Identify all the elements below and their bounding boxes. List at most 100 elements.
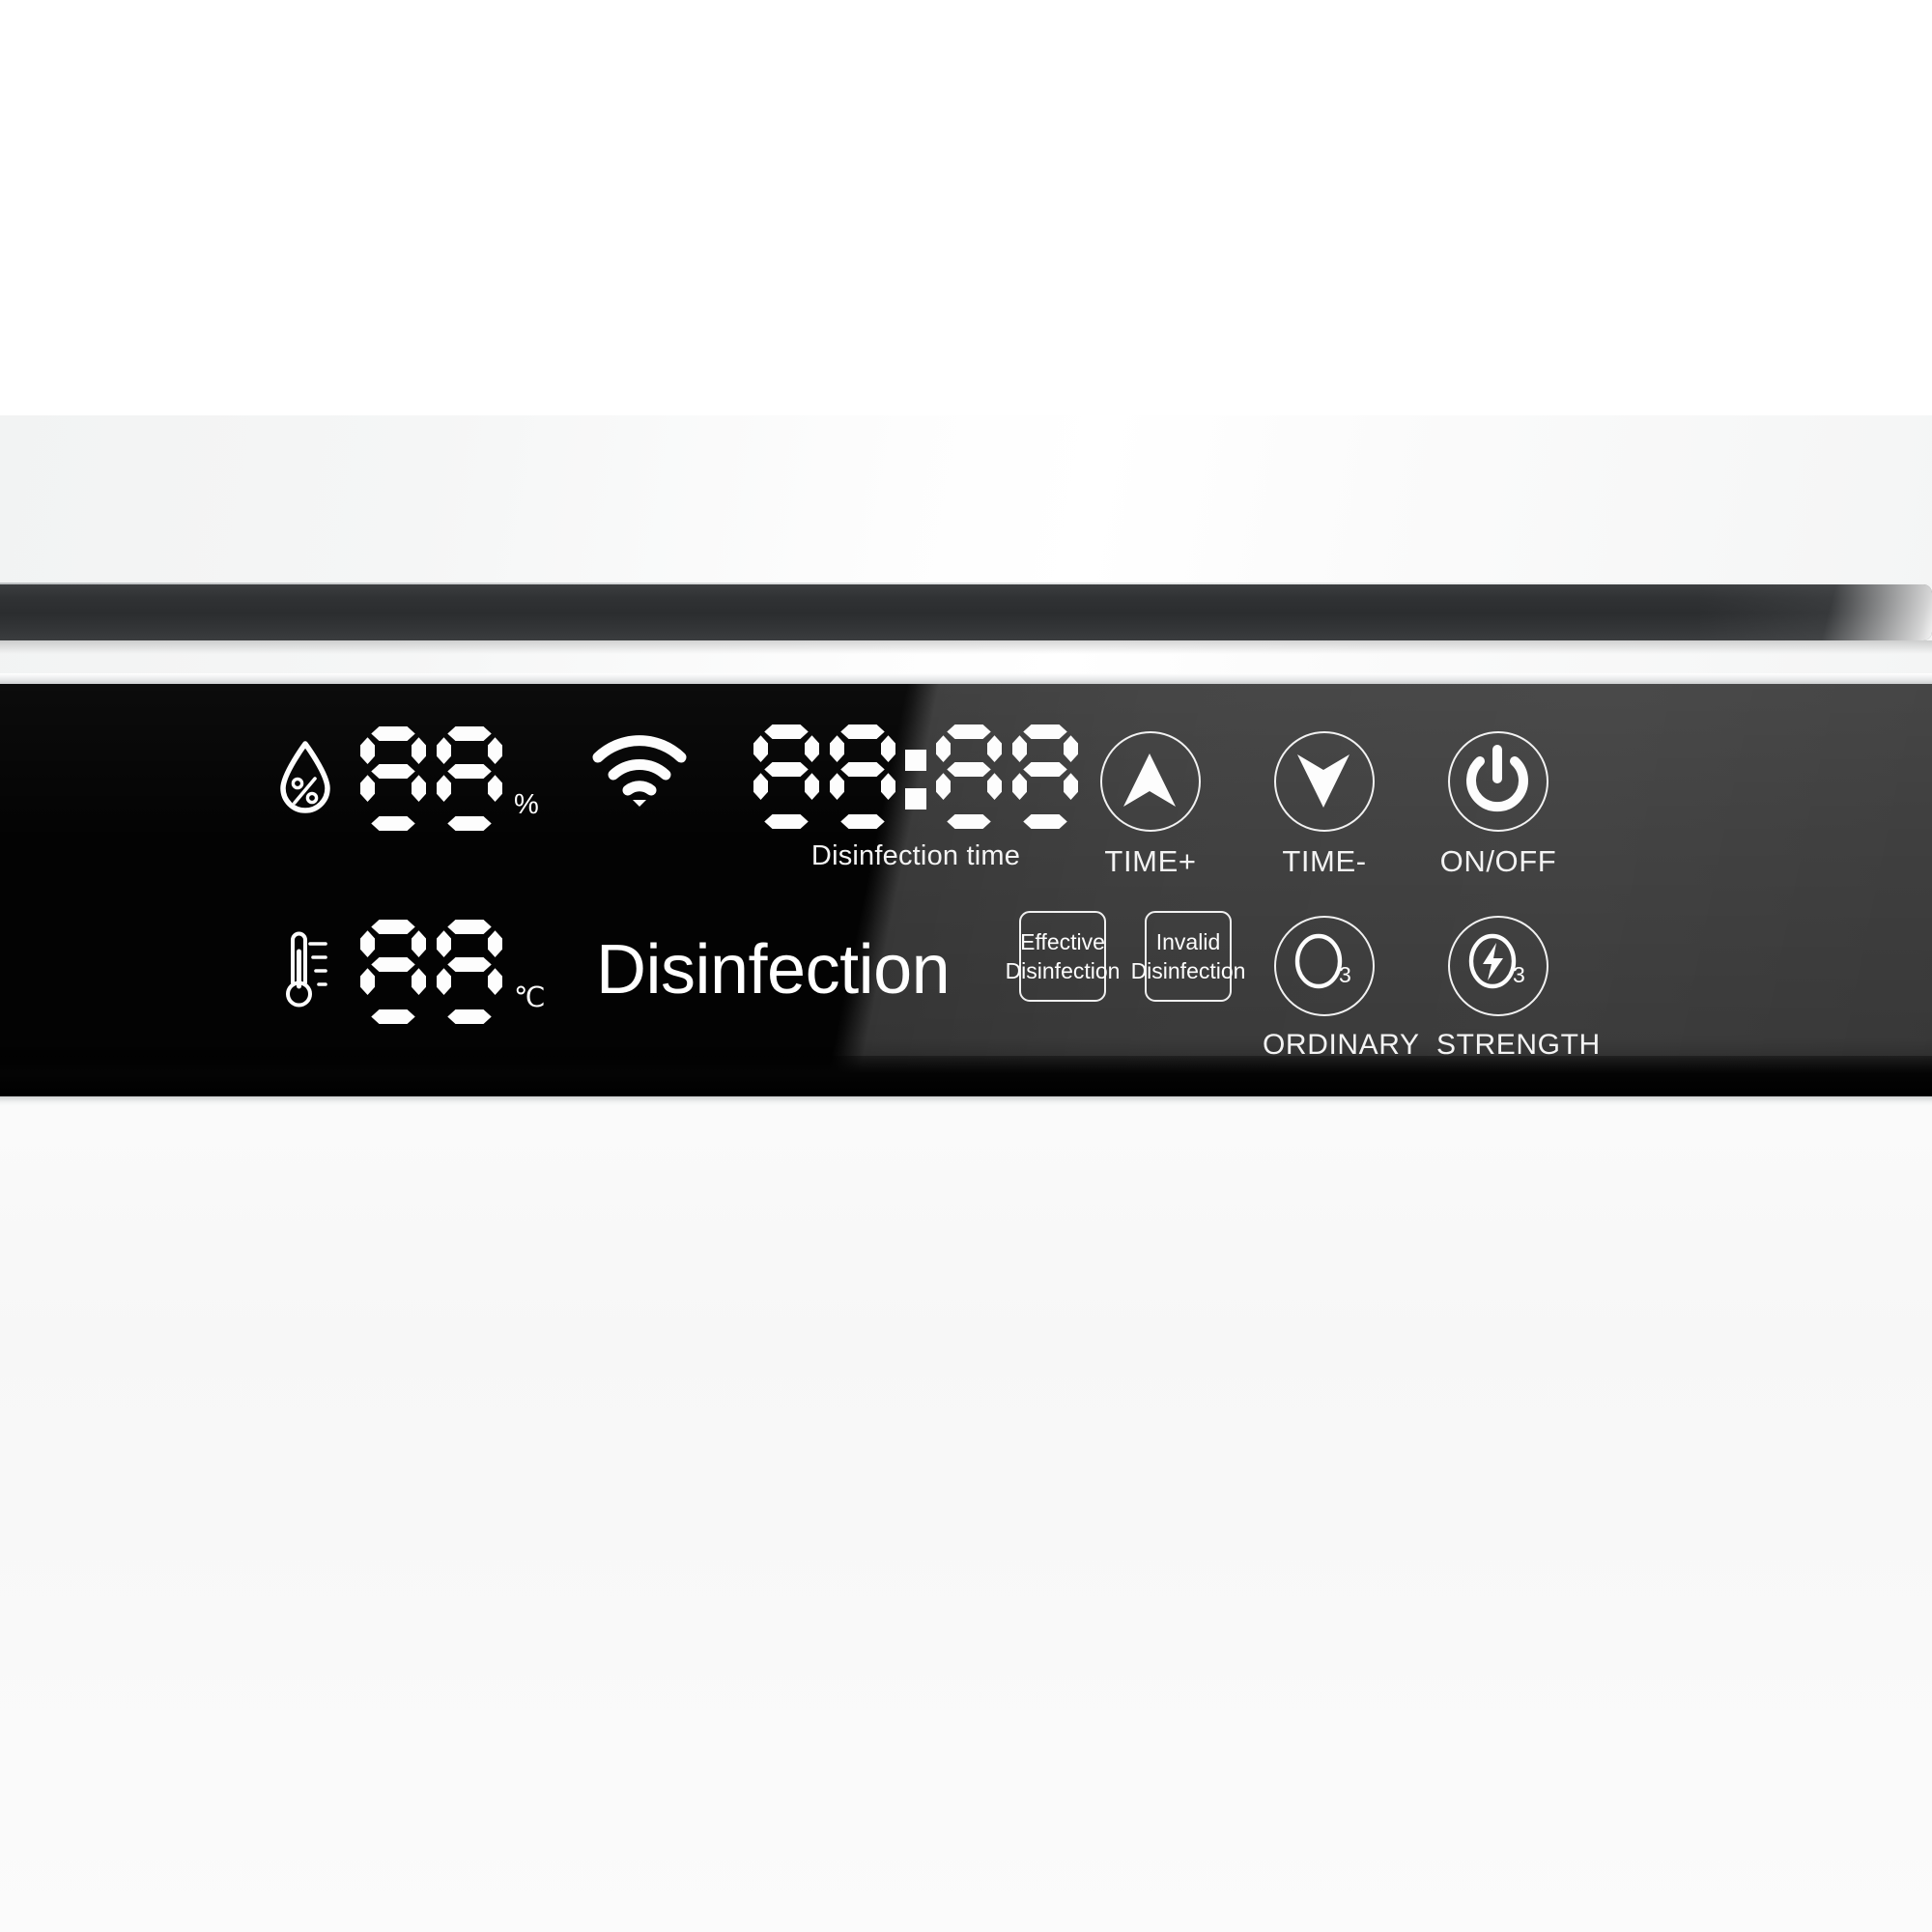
segment-e (437, 775, 451, 802)
timer-colon (899, 724, 932, 829)
strength-label: STRENGTH (1436, 1029, 1601, 1061)
segment-c (412, 775, 426, 802)
pad-line-1: Invalid (1155, 928, 1221, 954)
power-ring (1448, 731, 1548, 832)
segment-g (764, 762, 809, 777)
seven-segment-digit (830, 724, 895, 829)
seven-segment-digit (753, 724, 819, 829)
segment-b (412, 737, 426, 764)
segment-b (488, 930, 502, 957)
segment-b (1064, 735, 1078, 762)
segment-e (830, 773, 844, 800)
humidity-display: % (275, 726, 539, 831)
segment-d (371, 1009, 415, 1024)
segment-g (840, 762, 885, 777)
segment-a (840, 724, 885, 739)
segment-b (987, 735, 1002, 762)
segment-g (947, 762, 991, 777)
pad-line-2: Disinfection (1005, 958, 1121, 983)
status-badge-invalid-disinfection[interactable]: Invalid Disinfection (1131, 911, 1245, 1002)
segment-c (1064, 773, 1078, 800)
segment-f (360, 737, 375, 764)
segment-d (447, 816, 492, 831)
segment-f (830, 735, 844, 762)
strength-mode-button[interactable]: 3 STRENGTH (1436, 916, 1601, 1062)
segment-f (936, 735, 951, 762)
strength-ring: 3 (1448, 916, 1548, 1016)
segment-d (447, 1009, 492, 1024)
water-drop-percent-icon (275, 739, 335, 818)
svg-text:3: 3 (1513, 962, 1525, 987)
segment-a (1023, 724, 1067, 739)
pad-line-1: Effective (1020, 928, 1105, 954)
segment-f (437, 930, 451, 957)
segment-d (1023, 814, 1067, 829)
segment-e (936, 773, 951, 800)
appliance-handle-bar (0, 584, 1932, 640)
segment-b (412, 930, 426, 957)
segment-a (764, 724, 809, 739)
status-text: Disinfection (596, 931, 951, 1009)
wifi-icon (592, 734, 687, 810)
segment-e (1012, 773, 1027, 800)
segment-b (805, 735, 819, 762)
segment-b (881, 735, 895, 762)
segment-b (488, 737, 502, 764)
seven-segment-digit (437, 920, 502, 1024)
timer-hours (753, 724, 895, 829)
segment-e (360, 968, 375, 995)
ordinary-mode-button[interactable]: 3 ORDINARY (1263, 916, 1420, 1062)
segment-c (987, 773, 1002, 800)
segment-d (764, 814, 809, 829)
segment-d (840, 814, 885, 829)
seven-segment-digit (936, 724, 1002, 829)
timer-caption: Disinfection time (810, 840, 1021, 871)
segment-g (371, 764, 415, 779)
segment-g (447, 957, 492, 972)
temperature-unit: ℃ (514, 982, 546, 1013)
appliance-lower-body (0, 1106, 1932, 1932)
humidity-value (360, 726, 502, 831)
segment-g (447, 764, 492, 779)
segment-f (1012, 735, 1027, 762)
segment-c (805, 773, 819, 800)
pad-line-2: Disinfection (1130, 958, 1246, 983)
seven-segment-digit (1012, 724, 1078, 829)
segment-a (371, 920, 415, 934)
segment-f (437, 737, 451, 764)
segment-a (447, 920, 492, 934)
segment-e (360, 775, 375, 802)
time-minus-button[interactable]: TIME- (1263, 731, 1386, 879)
time-plus-ring (1100, 731, 1201, 832)
segment-c (412, 968, 426, 995)
segment-c (881, 773, 895, 800)
segment-c (488, 775, 502, 802)
time-minus-ring (1274, 731, 1375, 832)
ordinary-label: ORDINARY (1263, 1029, 1420, 1061)
status-badge-effective-disinfection[interactable]: Effective Disinfection (1006, 911, 1120, 1002)
svg-text:3: 3 (1339, 962, 1351, 987)
segment-e (753, 773, 768, 800)
humidity-unit: % (514, 789, 539, 820)
segment-d (371, 816, 415, 831)
power-button[interactable]: ON/OFF (1436, 731, 1560, 879)
segment-a (447, 726, 492, 741)
segment-c (488, 968, 502, 995)
power-label: ON/OFF (1439, 844, 1557, 878)
seven-segment-digit (360, 920, 426, 1024)
segment-g (371, 957, 415, 972)
panel-bottom-shadow (0, 1056, 1932, 1096)
segment-a (947, 724, 991, 739)
time-plus-label: TIME+ (1104, 844, 1197, 878)
appliance-seam-shadow (0, 640, 1932, 654)
seven-segment-digit (360, 726, 426, 831)
thermometer-icon (275, 930, 331, 1013)
panel-bottom-bezel (0, 1096, 1932, 1106)
segment-e (437, 968, 451, 995)
temperature-value (360, 920, 502, 1024)
time-plus-button[interactable]: TIME+ (1089, 731, 1212, 879)
segment-d (947, 814, 991, 829)
temperature-display: ℃ (275, 920, 546, 1024)
seven-segment-digit (437, 726, 502, 831)
segment-g (1023, 762, 1067, 777)
